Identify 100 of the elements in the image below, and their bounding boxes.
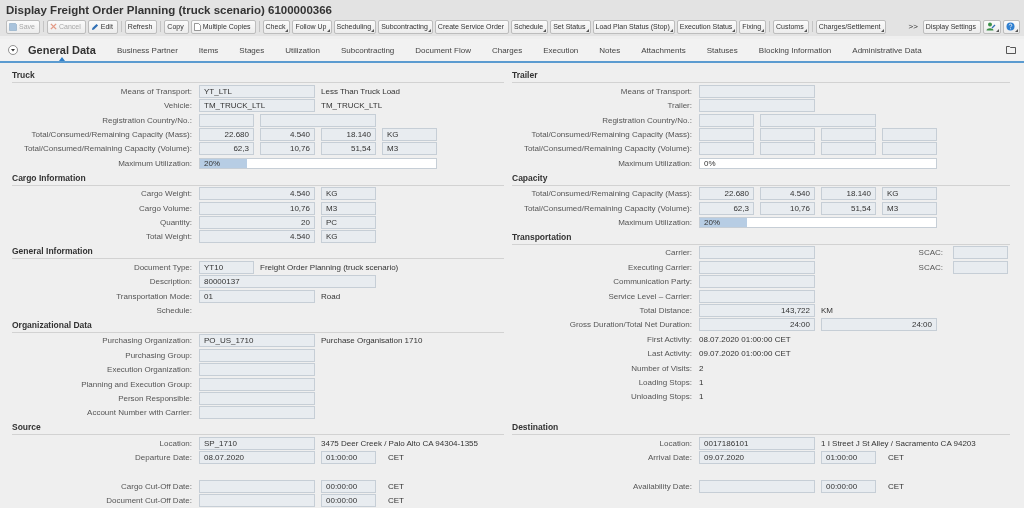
input-field[interactable]: SP_1710 — [199, 436, 315, 450]
tab[interactable]: Utilization — [285, 39, 320, 62]
tab[interactable]: Items — [198, 39, 219, 62]
input-field[interactable]: 10,76 — [760, 201, 815, 215]
input-field[interactable]: KG — [882, 187, 937, 201]
section-title: Organizational Data — [12, 317, 504, 333]
input-field[interactable]: 51,54 — [321, 142, 376, 156]
input-field[interactable]: YT_LTL — [199, 84, 315, 98]
input-field[interactable]: 10,76 — [199, 201, 315, 215]
input-field[interactable] — [199, 391, 315, 405]
overflow-link[interactable]: >> — [908, 22, 918, 31]
tab[interactable]: Charges — [491, 39, 523, 62]
input-field[interactable] — [199, 377, 315, 391]
input-field[interactable] — [199, 494, 315, 508]
field-label: Loading Stops: — [637, 377, 692, 387]
input-field[interactable]: 62,3 — [199, 142, 254, 156]
input-field[interactable] — [953, 246, 1008, 260]
input-field[interactable] — [699, 260, 815, 274]
tab[interactable]: Subcontracting — [340, 39, 395, 62]
input-field[interactable]: 62,3 — [699, 201, 754, 215]
input-field[interactable]: 01:00:00 — [821, 451, 876, 465]
input-field[interactable] — [199, 348, 315, 362]
input-field[interactable]: 18.140 — [321, 128, 376, 142]
input-field[interactable] — [699, 113, 754, 127]
tab[interactable]: Business Partner — [116, 39, 178, 62]
input-field[interactable] — [760, 142, 815, 156]
input-field[interactable] — [699, 289, 815, 303]
input-field[interactable]: KG — [382, 128, 437, 142]
input-field[interactable] — [699, 246, 815, 260]
input-field[interactable]: 4.540 — [199, 230, 315, 244]
collapse-icon[interactable] — [8, 45, 18, 56]
input-field[interactable]: TM_TRUCK_LTL — [199, 99, 315, 113]
input-field[interactable] — [882, 128, 937, 142]
input-field[interactable] — [699, 275, 815, 289]
input-field[interactable] — [699, 479, 815, 493]
input-field[interactable] — [699, 142, 754, 156]
field-label: Arrival Date: — [647, 453, 692, 463]
input-field[interactable]: 01:00:00 — [321, 451, 376, 465]
input-field[interactable]: 18.140 — [821, 187, 876, 201]
tab[interactable]: General Data — [28, 39, 96, 62]
tab[interactable]: Notes — [599, 39, 621, 62]
input-field[interactable] — [882, 142, 937, 156]
input-field[interactable] — [199, 406, 315, 420]
tab[interactable]: Statuses — [706, 39, 738, 62]
value-text: 08.07.2020 01:00:00 CET — [699, 334, 791, 344]
input-field[interactable]: M3 — [321, 201, 376, 215]
input-field[interactable]: 22.680 — [199, 128, 254, 142]
input-field[interactable] — [821, 142, 876, 156]
input-field[interactable]: 143,722 — [699, 304, 815, 317]
input-field[interactable] — [199, 479, 315, 493]
input-field[interactable]: 24:00 — [821, 318, 937, 332]
input-field[interactable]: 80000137 — [199, 275, 376, 289]
input-field[interactable] — [760, 128, 815, 142]
value-text: Road — [321, 291, 341, 301]
field-label: Total/Consumed/Remaining Capacity (Volume): — [22, 144, 192, 154]
input-field[interactable]: 20 — [199, 216, 315, 230]
input-field[interactable]: 4.540 — [760, 187, 815, 201]
help-button[interactable] — [1003, 19, 1020, 34]
tab[interactable]: Administrative Data — [852, 39, 922, 62]
folder-icon[interactable] — [1006, 46, 1016, 55]
field-label: Registration Country/No.: — [101, 115, 192, 125]
input-field[interactable]: 00:00:00 — [321, 479, 376, 493]
input-field[interactable] — [199, 113, 254, 127]
input-field[interactable] — [260, 113, 376, 127]
user-settings-button[interactable] — [983, 19, 1001, 34]
input-field[interactable] — [953, 260, 1008, 274]
input-field[interactable] — [699, 128, 754, 142]
input-field[interactable] — [760, 113, 876, 127]
tab[interactable]: Attachments — [641, 39, 686, 62]
field-label: Number of Visits: — [630, 363, 692, 373]
input-field[interactable]: 24:00 — [699, 318, 815, 332]
input-field[interactable]: 22.680 — [699, 187, 754, 201]
input-field[interactable]: 08.07.2020 — [199, 451, 315, 465]
input-field[interactable]: 0017186101 — [699, 436, 815, 450]
value-text: CET — [888, 453, 904, 463]
input-field[interactable]: PO_US_1710 — [199, 334, 315, 348]
input-field[interactable]: M3 — [882, 201, 937, 215]
tab[interactable]: Blocking Information — [758, 39, 832, 62]
input-field[interactable] — [199, 363, 315, 377]
tab[interactable]: Document Flow — [415, 39, 471, 62]
input-field[interactable]: 01 — [199, 289, 315, 303]
input-field[interactable]: 4.540 — [199, 187, 315, 201]
input-field[interactable]: KG — [321, 230, 376, 244]
input-field[interactable]: 00:00:00 — [321, 494, 376, 508]
input-field[interactable] — [699, 99, 815, 113]
input-field[interactable]: 09.07.2020 — [699, 451, 815, 465]
input-field[interactable]: 4.540 — [260, 128, 315, 142]
input-field[interactable] — [821, 128, 876, 142]
input-field[interactable]: 10,76 — [260, 142, 315, 156]
input-field[interactable] — [699, 84, 815, 98]
input-field[interactable]: KG — [321, 187, 376, 201]
input-field[interactable]: 51,54 — [821, 201, 876, 215]
input-field[interactable]: PC — [321, 216, 376, 230]
input-field[interactable]: M3 — [382, 142, 437, 156]
field-label: Cargo Cut-Off Date: — [120, 481, 192, 491]
input-field[interactable]: 00:00:00 — [821, 479, 876, 493]
field-label: Quantity: — [159, 218, 192, 228]
input-field[interactable]: YT10 — [199, 260, 254, 274]
tab[interactable]: Execution — [543, 39, 579, 62]
tab[interactable]: Stages — [239, 39, 265, 62]
